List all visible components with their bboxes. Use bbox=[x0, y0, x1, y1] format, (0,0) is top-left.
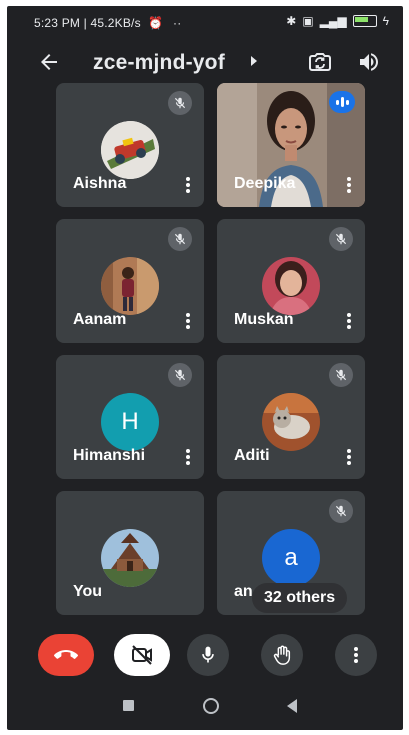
more-vert-icon[interactable] bbox=[347, 313, 351, 329]
speaker-icon[interactable] bbox=[357, 50, 381, 74]
switch-camera-icon[interactable] bbox=[308, 50, 332, 74]
mic-off-icon bbox=[168, 363, 192, 387]
raise-hand-icon bbox=[273, 645, 291, 665]
mic-off-icon bbox=[329, 227, 353, 251]
nav-recents-icon[interactable] bbox=[123, 700, 134, 711]
others-count-button[interactable]: 32 others bbox=[252, 583, 348, 613]
speaking-indicator-icon bbox=[329, 91, 355, 113]
avatar bbox=[262, 257, 320, 315]
alarm-icon: ⏰ bbox=[148, 16, 164, 30]
more-vert-icon bbox=[354, 647, 358, 663]
mic-off-icon bbox=[168, 91, 192, 115]
more-vert-icon[interactable] bbox=[186, 177, 190, 193]
avatar bbox=[101, 257, 159, 315]
participant-name: Aanam bbox=[73, 311, 127, 328]
participant-name: Aditi bbox=[234, 447, 270, 464]
end-call-icon bbox=[54, 650, 78, 659]
participant-name: Muskan bbox=[234, 311, 294, 328]
end-call-button[interactable] bbox=[38, 634, 94, 676]
avatar bbox=[262, 393, 320, 451]
participant-tile-you[interactable]: You bbox=[56, 491, 204, 615]
vibrate-icon: ▣ bbox=[302, 14, 314, 28]
more-vert-icon[interactable] bbox=[347, 449, 351, 465]
chevron-right-icon[interactable] bbox=[251, 56, 257, 66]
participant-tile-deepika[interactable]: Deepika bbox=[217, 83, 365, 207]
mic-icon bbox=[202, 646, 214, 663]
participant-tile-muskan[interactable]: Muskan bbox=[217, 219, 365, 343]
participant-tile-aishna[interactable]: Aishna bbox=[56, 83, 204, 207]
camera-toggle-button[interactable] bbox=[114, 634, 170, 676]
participant-tile-aditi[interactable]: Aditi bbox=[217, 355, 365, 479]
participant-tile-himanshi[interactable]: H Himanshi bbox=[56, 355, 204, 479]
mic-off-icon bbox=[329, 363, 353, 387]
avatar bbox=[101, 529, 159, 587]
avatar-letter: a bbox=[284, 544, 298, 571]
participant-tile-aanam[interactable]: Aanam bbox=[56, 219, 204, 343]
more-vert-icon[interactable] bbox=[347, 177, 351, 193]
participant-name: You bbox=[73, 583, 103, 600]
nav-back-icon[interactable] bbox=[287, 699, 297, 713]
battery-icon bbox=[352, 15, 377, 27]
charging-icon: ϟ bbox=[382, 14, 389, 28]
mic-off-icon bbox=[329, 499, 353, 523]
back-arrow-icon[interactable] bbox=[37, 50, 61, 74]
mic-off-icon bbox=[168, 227, 192, 251]
meet-screen: 5:23 PM | 45.2KB/s ⏰ ·· ✱ ▣ ▂▄▆ ϟ zce-mj… bbox=[7, 6, 403, 730]
more-options-button[interactable] bbox=[335, 634, 377, 676]
signal-icon: ▂▄▆ bbox=[319, 14, 347, 28]
participant-name: Deepika bbox=[234, 175, 296, 192]
status-time-speed: 5:23 PM | 45.2KB/s bbox=[34, 16, 141, 30]
nav-home-icon[interactable] bbox=[203, 698, 219, 714]
meeting-header: zce-mjnd-yof bbox=[7, 42, 403, 86]
mic-button[interactable] bbox=[187, 634, 229, 676]
participant-name: Aishna bbox=[73, 175, 127, 192]
more-notifications-icon: ·· bbox=[173, 16, 182, 30]
camera-off-icon bbox=[132, 645, 152, 665]
avatar bbox=[101, 121, 159, 179]
more-vert-icon[interactable] bbox=[186, 313, 190, 329]
avatar-letter: H bbox=[121, 408, 139, 435]
raise-hand-button[interactable] bbox=[261, 634, 303, 676]
meeting-code[interactable]: zce-mjnd-yof bbox=[93, 51, 225, 75]
bluetooth-icon: ✱ bbox=[286, 14, 297, 28]
avatar: H bbox=[101, 393, 159, 451]
avatar: a bbox=[262, 529, 320, 587]
more-vert-icon[interactable] bbox=[186, 449, 190, 465]
participant-name: an bbox=[234, 583, 253, 600]
status-bar: 5:23 PM | 45.2KB/s ⏰ ·· ✱ ▣ ▂▄▆ ϟ bbox=[7, 6, 403, 38]
participant-name: Himanshi bbox=[73, 447, 146, 464]
